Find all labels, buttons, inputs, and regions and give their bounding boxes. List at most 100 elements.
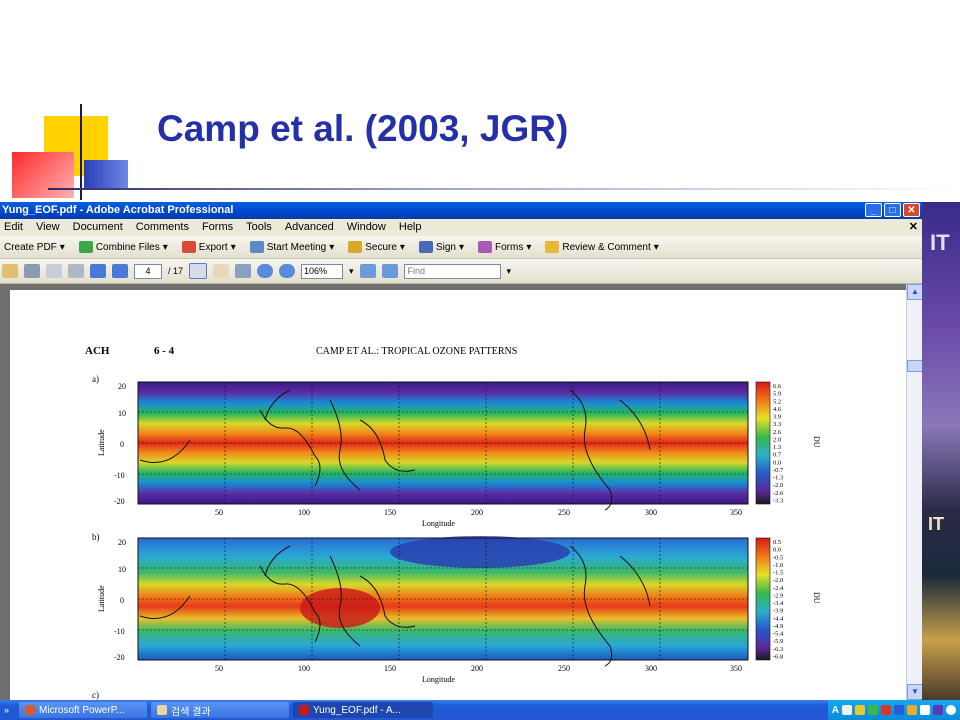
desktop-logo-glyph-2: IT <box>928 514 944 534</box>
panel-a-label: a) <box>92 374 99 384</box>
taskbar-item-powerpoint[interactable]: Microsoft PowerP... <box>19 702 148 718</box>
panel-b-label: b) <box>92 532 100 542</box>
find-input[interactable]: Find <box>403 263 501 279</box>
lat-tick-b-m10: -10 <box>114 627 125 636</box>
zoom-level-field[interactable]: 106% <box>301 263 344 279</box>
colorbar-b-tick-3: -1.0 <box>773 562 783 569</box>
save-icon[interactable] <box>46 264 62 278</box>
deco-blue-square <box>84 160 128 188</box>
tray-icon-7[interactable] <box>920 705 930 715</box>
menu-comments[interactable]: Comments <box>136 219 189 236</box>
tray-icon-9[interactable] <box>946 705 956 715</box>
scroll-down-button[interactable]: ▼ <box>907 684 922 700</box>
previous-page-icon[interactable] <box>90 264 106 278</box>
page-number-input[interactable]: 4 <box>134 263 162 279</box>
review-comment-button[interactable]: Review & Comment ▾ <box>545 241 659 253</box>
export-button[interactable]: Export ▾ <box>181 241 236 253</box>
window-titlebar[interactable]: Yung_EOF.pdf - Adobe Acrobat Professiona… <box>0 202 922 219</box>
fit-page-icon[interactable] <box>381 264 398 278</box>
tray-icon-3[interactable] <box>868 705 878 715</box>
colorbar-b-tick-11: -4.9 <box>773 623 783 630</box>
zoom-tool-icon[interactable] <box>235 264 252 278</box>
open-icon[interactable] <box>2 264 18 278</box>
desktop-background: IT IT <box>922 202 960 700</box>
colorbar-a-tick-3: 4.6 <box>773 406 782 413</box>
menu-edit[interactable]: Edit <box>4 219 23 236</box>
header-title: CAMP ET AL.: TROPICAL OZONE PATTERNS <box>316 346 517 357</box>
taskbar: » Microsoft PowerP... 검색 결과 Yung_EOF.pdf… <box>0 700 960 720</box>
tray-icon-2[interactable] <box>855 705 865 715</box>
minimize-button[interactable]: _ <box>865 203 882 217</box>
menu-view[interactable]: View <box>36 219 60 236</box>
comment-icon <box>545 241 560 253</box>
quick-launch-expand-icon[interactable]: » <box>4 705 9 715</box>
colorbar-b-tick-6: -2.4 <box>773 585 784 592</box>
doc-close-icon[interactable]: ✕ <box>909 219 918 236</box>
tray-icon-5[interactable] <box>894 705 904 715</box>
panel-a-ylabel: Latitude <box>97 429 106 456</box>
colorbar-a-tick-7: 2.0 <box>773 436 781 443</box>
sign-button[interactable]: Sign ▾ <box>418 241 464 253</box>
panel-b-colorbar-labels: 0.50.0-0.5-1.0-1.5-2.0-2.4-2.9-3.4-3.9-4… <box>773 539 784 660</box>
colorbar-a-tick-14: -2.6 <box>773 490 784 497</box>
lock-icon <box>348 241 363 253</box>
create-pdf-button[interactable]: Create PDF ▾ <box>4 242 65 253</box>
colorbar-a-tick-13: -2.0 <box>773 482 783 489</box>
scroll-up-button[interactable]: ▲ <box>907 284 922 300</box>
colorbar-b-tick-15: -6.8 <box>773 653 783 660</box>
scroll-thumb[interactable] <box>907 360 922 372</box>
menu-forms[interactable]: Forms <box>202 219 233 236</box>
zoom-in-icon[interactable] <box>279 264 296 278</box>
menu-window[interactable]: Window <box>347 219 386 236</box>
language-indicator-icon[interactable]: A <box>832 705 839 716</box>
task-toolbar: Create PDF ▾ Combine Files ▾ Export ▾ St… <box>0 236 922 259</box>
menu-tools[interactable]: Tools <box>246 219 272 236</box>
panel-a-xlabel: Longitude <box>422 519 455 528</box>
header-page: 6 - 4 <box>154 345 175 357</box>
colorbar-b-tick-5: -2.0 <box>773 577 783 584</box>
colorbar-a-tick-2: 5.2 <box>773 398 781 405</box>
menu-advanced[interactable]: Advanced <box>285 219 334 236</box>
system-tray: A <box>827 700 960 720</box>
colorbar-a-tick-8: 1.3 <box>773 444 781 451</box>
select-tool-icon[interactable] <box>189 263 208 279</box>
zoom-dropdown-icon[interactable]: ▾ <box>349 266 354 277</box>
combine-files-button[interactable]: Combine Files ▾ <box>78 241 168 253</box>
secure-button[interactable]: Secure ▾ <box>348 241 405 253</box>
colorbar-a-tick-1: 5.9 <box>773 391 781 398</box>
taskbar-item-acrobat[interactable]: Yung_EOF.pdf - A... <box>293 702 434 718</box>
lon-tick-b-300: 300 <box>645 664 657 673</box>
fit-width-icon[interactable] <box>359 264 376 278</box>
start-meeting-button[interactable]: Start Meeting ▾ <box>249 241 334 253</box>
tray-icon-8[interactable] <box>933 705 943 715</box>
zoom-out-icon[interactable] <box>257 264 274 278</box>
hand-tool-icon[interactable] <box>213 264 230 278</box>
navigation-toolbar: 4 / 17 106% ▾ Find ▾ <box>0 259 922 284</box>
tray-icon-1[interactable] <box>842 705 852 715</box>
close-button[interactable]: ✕ <box>903 203 920 217</box>
taskbar-item-search-results[interactable]: 검색 결과 <box>151 702 290 718</box>
colorbar-a-tick-6: 2.6 <box>773 429 782 436</box>
document-area[interactable]: ACH 6 - 4 CAMP ET AL.: TROPICAL OZONE PA… <box>0 284 908 700</box>
next-page-icon[interactable] <box>112 264 128 278</box>
lat-tick-a-10: 10 <box>118 409 126 418</box>
forms-button[interactable]: Forms ▾ <box>478 241 531 253</box>
colorbar-a-tick-15: -3.3 <box>773 497 783 504</box>
menu-help[interactable]: Help <box>399 219 422 236</box>
combine-icon <box>78 241 93 253</box>
tray-icon-6[interactable] <box>907 705 917 715</box>
colorbar-b-tick-14: -6.3 <box>773 646 783 653</box>
export-icon <box>181 241 196 253</box>
lon-tick-b-50: 50 <box>215 664 223 673</box>
tray-icon-4[interactable] <box>881 705 891 715</box>
maximize-button[interactable]: □ <box>884 203 901 217</box>
menu-document[interactable]: Document <box>73 219 123 236</box>
deco-horizontal-line <box>48 188 960 190</box>
email-icon[interactable] <box>68 264 84 278</box>
colorbar-b-tick-0: 0.5 <box>773 539 781 546</box>
vertical-scrollbar[interactable]: ▲ ▼ <box>906 284 922 700</box>
lon-tick-a-250: 250 <box>558 508 570 517</box>
find-dropdown-icon[interactable]: ▾ <box>507 266 512 277</box>
print-icon[interactable] <box>24 264 40 278</box>
acrobat-icon <box>299 705 310 715</box>
